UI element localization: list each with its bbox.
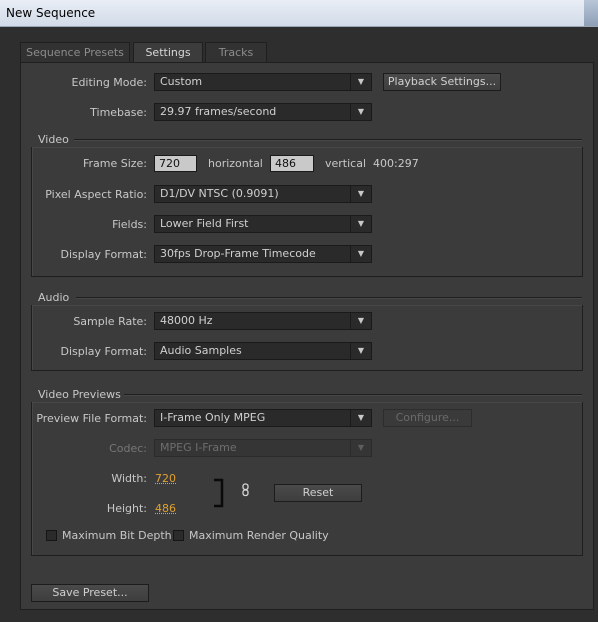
chevron-down-icon: ▼ [350, 216, 371, 232]
video-display-format-label: Display Format: [60, 248, 147, 261]
video-display-format-value: 30fps Drop-Frame Timecode [160, 247, 316, 260]
playback-settings-button[interactable]: Playback Settings... [383, 73, 501, 91]
chevron-down-icon: ▼ [350, 104, 371, 120]
chain-link-icon[interactable] [241, 483, 251, 497]
editing-mode-dropdown[interactable]: Custom ▼ [154, 73, 372, 91]
window-title: New Sequence [6, 6, 96, 20]
reset-button[interactable]: Reset [274, 484, 362, 502]
sample-rate-dropdown[interactable]: 48000 Hz ▼ [154, 312, 372, 330]
frame-width-field[interactable]: 720 [154, 155, 197, 172]
preview-file-format-dropdown[interactable]: I-Frame Only MPEG ▼ [154, 409, 372, 427]
title-bar: New Sequence [0, 0, 598, 27]
save-preset-button[interactable]: Save Preset... [31, 584, 149, 602]
timebase-dropdown[interactable]: 29.97 frames/second ▼ [154, 103, 372, 121]
chevron-down-icon: ▼ [350, 440, 371, 456]
video-section-title: Video [38, 133, 69, 146]
fields-dropdown[interactable]: Lower Field First ▼ [154, 215, 372, 233]
frame-height-field[interactable]: 486 [270, 155, 314, 172]
fields-value: Lower Field First [160, 217, 249, 230]
chevron-down-icon: ▼ [350, 186, 371, 202]
preview-height-value[interactable]: 486 [155, 502, 176, 515]
video-display-format-dropdown[interactable]: 30fps Drop-Frame Timecode ▼ [154, 245, 372, 263]
fields-label: Fields: [112, 218, 147, 231]
sample-rate-value: 48000 Hz [160, 314, 213, 327]
previews-group-line [124, 394, 582, 396]
preview-width-label: Width: [111, 472, 147, 485]
chevron-down-icon: ▼ [350, 313, 371, 329]
audio-display-format-dropdown[interactable]: Audio Samples ▼ [154, 342, 372, 360]
configure-button[interactable]: Configure... [383, 409, 472, 427]
editing-mode-value: Custom [160, 75, 203, 88]
pixel-aspect-label: Pixel Aspect Ratio: [45, 188, 147, 201]
title-bar-edge [584, 0, 598, 26]
preview-file-format-value: I-Frame Only MPEG [160, 411, 266, 424]
tab-settings[interactable]: Settings [133, 42, 203, 63]
preview-width-value[interactable]: 720 [155, 472, 176, 485]
pixel-aspect-value: D1/DV NTSC (0.9091) [160, 187, 279, 200]
previews-section-title: Video Previews [38, 388, 121, 401]
timebase-label: Timebase: [90, 106, 147, 119]
video-group-line [74, 139, 582, 141]
editing-mode-label: Editing Mode: [71, 76, 148, 89]
chevron-down-icon: ▼ [350, 410, 371, 426]
preview-file-format-label: Preview File Format: [36, 412, 147, 425]
timebase-value: 29.97 frames/second [160, 105, 277, 118]
audio-section-title: Audio [38, 291, 70, 304]
codec-label: Codec: [109, 442, 147, 455]
chevron-down-icon: ▼ [350, 74, 371, 90]
chevron-down-icon: ▼ [350, 246, 371, 262]
pixel-aspect-dropdown[interactable]: D1/DV NTSC (0.9091) ▼ [154, 185, 372, 203]
chevron-down-icon: ▼ [350, 343, 371, 359]
sample-rate-label: Sample Rate: [73, 315, 147, 328]
audio-group-line [76, 297, 582, 299]
max-render-quality-checkbox[interactable] [173, 530, 184, 541]
vertical-label: vertical [325, 157, 367, 170]
max-bit-depth-label: Maximum Bit Depth [62, 529, 172, 542]
tab-tracks[interactable]: Tracks [205, 42, 267, 62]
preview-height-label: Height: [106, 502, 147, 515]
max-bit-depth-checkbox[interactable] [46, 530, 57, 541]
audio-display-format-label: Display Format: [60, 345, 147, 358]
tab-sequence-presets[interactable]: Sequence Presets [20, 42, 130, 62]
audio-display-format-value: Audio Samples [160, 344, 242, 357]
max-render-quality-label: Maximum Render Quality [189, 529, 329, 542]
codec-value: MPEG I-Frame [160, 441, 237, 454]
codec-dropdown[interactable]: MPEG I-Frame ▼ [154, 439, 372, 457]
horizontal-label: horizontal [208, 157, 263, 170]
aspect-ratio-readout: 400:297 [373, 157, 419, 170]
frame-size-label: Frame Size: [82, 157, 147, 170]
